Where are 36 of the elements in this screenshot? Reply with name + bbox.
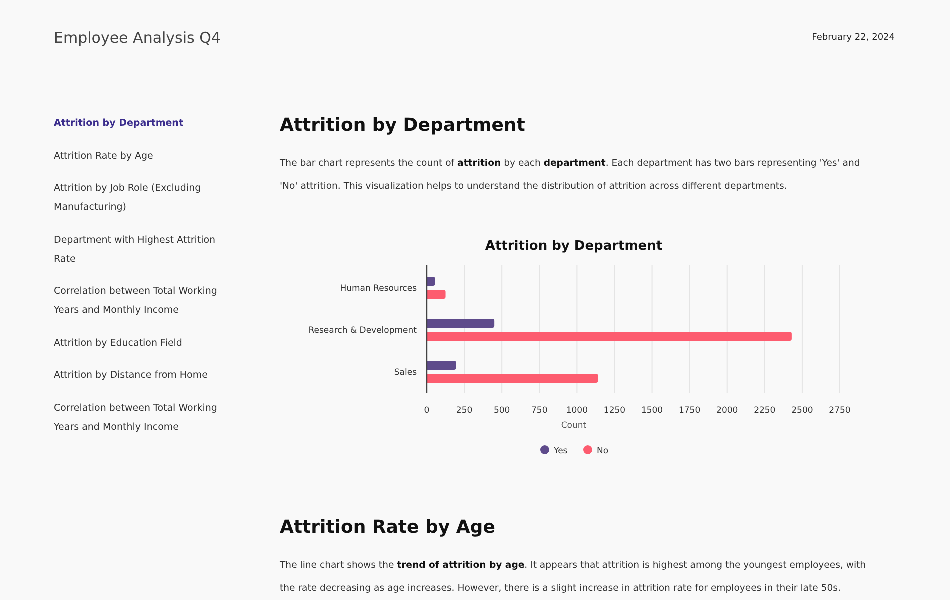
category-label: Human Resources [340, 284, 417, 294]
section-paragraph: The line chart shows the trend of attrition by age. It appears that attrition is highest among the youngest employees, with the rate decreasing as age increases. However, there is a slight increase in attrition rate for employees in their late 50s. [280, 559, 868, 596]
chart-title: Attrition by Department [485, 239, 663, 254]
nav-link[interactable]: Attrition Rate by Age [54, 146, 154, 166]
nav-link[interactable]: Attrition by Distance from Home [54, 366, 208, 385]
section-heading: Attrition Rate by Age [280, 516, 496, 540]
nav-link[interactable]: Correlation between Total Working Years and Monthly Income [54, 282, 232, 320]
tick-label: 1000 [566, 406, 588, 416]
tick-label: 1750 [679, 406, 701, 416]
tick-label: 750 [532, 406, 548, 416]
section-heading: Attrition by Department [280, 114, 526, 138]
tick-label: 0 [424, 406, 430, 416]
category-label: Sales [394, 368, 417, 378]
page-title: Employee Analysis Q4 [54, 29, 221, 47]
axis-title: Count [561, 421, 587, 431]
tick-label: 2250 [754, 406, 776, 416]
legend-label: Yes [554, 446, 568, 456]
tick-label: 250 [456, 406, 473, 416]
tick-label: 1500 [641, 406, 664, 416]
section-paragraph: The bar chart represents the count of attrition by each department. Each department has two bars representing 'Yes' and 'No' attrition. This visualization helps to understand the distribution of attrition across different departments. [280, 157, 862, 194]
nav-link[interactable]: Department with Highest Attrition Rate [54, 230, 232, 268]
legend-label: No [597, 446, 609, 456]
nav-link[interactable]: Correlation between Total Working Years and Monthly Income [54, 398, 232, 436]
bar [427, 361, 456, 370]
bar [427, 319, 495, 328]
nav-link[interactable]: Attrition by Education Field [54, 334, 182, 352]
tick-label: 500 [494, 406, 510, 416]
tick-label: 2500 [792, 406, 814, 416]
tick-label: 2750 [829, 406, 851, 416]
nav-link[interactable]: Attrition by Job Role (Excluding Manufacturing) [54, 179, 232, 217]
date-label: February 22, 2024 [812, 33, 895, 43]
nav-link[interactable]: Attrition by Department [54, 114, 184, 133]
tick-label: 2000 [716, 406, 738, 416]
category-label: Research & Development [308, 326, 417, 336]
bar [427, 290, 446, 299]
tick-label: 1250 [604, 406, 626, 416]
